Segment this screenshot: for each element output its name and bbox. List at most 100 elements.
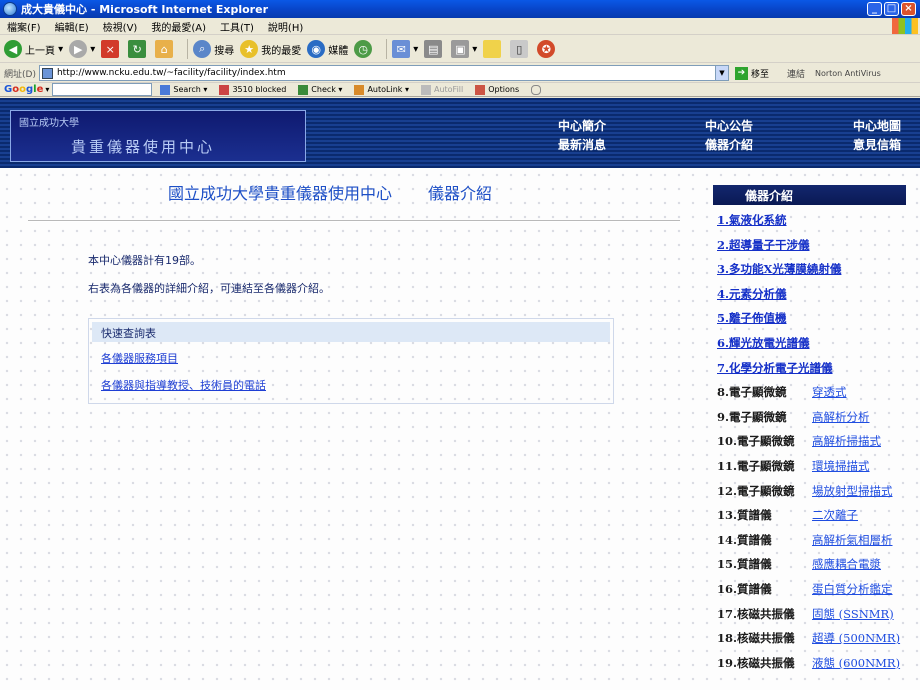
norton-antivirus-button[interactable]: Norton AntiVirus xyxy=(815,69,881,78)
instrument-category: 13.質譜儀 xyxy=(717,508,772,523)
google-logo[interactable]: Google xyxy=(4,84,43,95)
autolink-button[interactable]: AutoLink ▾ xyxy=(354,84,409,95)
nav-center-map[interactable]: 中心地圖 xyxy=(853,117,901,134)
note-icon xyxy=(483,40,502,58)
mail-icon: ✉ xyxy=(392,40,411,58)
instrument-link[interactable]: 2.超導量子干涉儀 xyxy=(717,237,810,253)
print-button[interactable]: ▤ xyxy=(424,40,445,58)
paperclip-icon xyxy=(531,84,542,95)
instrument-sub-link[interactable]: 蛋白質分析鑑定 xyxy=(812,581,893,597)
links-button[interactable]: 連結 xyxy=(787,67,805,80)
instrument-sub-link[interactable]: 高解析分析 xyxy=(812,409,870,425)
favorites-button[interactable]: ★ 我的最愛 xyxy=(240,40,301,58)
instrument-name[interactable]: 離子佈值機 xyxy=(729,311,787,325)
close-button[interactable]: × xyxy=(901,2,916,16)
instrument-row: 9.電子顯微鏡 高解析分析 xyxy=(717,409,870,425)
instrument-sub-link[interactable]: 液態 (600NMR) xyxy=(812,655,900,671)
edit-button[interactable]: ▣ ▾ xyxy=(451,40,477,58)
autofill-button[interactable]: AutoFill xyxy=(420,84,464,95)
menu-view[interactable]: 檢視(V) xyxy=(96,19,145,34)
quick-lookup-header: 快速查詢表 xyxy=(92,322,610,342)
instrument-number: 2. xyxy=(717,237,730,252)
instrument-link[interactable]: 4.元素分析儀 xyxy=(717,286,787,302)
address-bar: 網址(D) http://www.ncku.edu.tw/~facility/f… xyxy=(0,64,920,83)
instrument-link[interactable]: 7.化學分析電子光譜儀 xyxy=(717,360,833,376)
instrument-name[interactable]: 3.多功能X光薄膜繞射儀 xyxy=(717,262,841,276)
options-icon xyxy=(475,84,486,95)
instrument-category: 16.質譜儀 xyxy=(717,582,772,596)
menu-help[interactable]: 說明(H) xyxy=(261,19,310,34)
check-label: Check xyxy=(311,85,336,94)
autofill-icon xyxy=(420,84,431,95)
instrument-sub-link[interactable]: 超導 (500NMR) xyxy=(812,630,900,646)
minimize-button[interactable]: _ xyxy=(867,2,882,16)
media-button[interactable]: ◉ 媒體 xyxy=(307,40,348,58)
home-button[interactable]: ⌂ xyxy=(155,40,176,58)
google-search-input[interactable] xyxy=(52,83,153,96)
menu-edit[interactable]: 編輯(E) xyxy=(48,19,96,34)
address-input[interactable]: http://www.ncku.edu.tw/~facility/facilit… xyxy=(38,65,729,81)
spell-check-button[interactable]: Check ▾ xyxy=(298,84,342,95)
instrument-sub-link[interactable]: 高解析掃描式 xyxy=(812,433,881,449)
search-button[interactable]: ⌕ 搜尋 xyxy=(193,40,234,58)
menu-tools[interactable]: 工具(T) xyxy=(213,19,261,34)
instrument-name[interactable]: 超導量子干涉儀 xyxy=(729,238,810,252)
instrument-sub-link[interactable]: 固態 (SSNMR) xyxy=(812,606,894,622)
nav-latest-news[interactable]: 最新消息 xyxy=(558,136,606,153)
mail-button[interactable]: ✉ ▾ xyxy=(392,40,418,58)
history-button[interactable]: ◷ xyxy=(354,40,375,58)
instrument-sub-link[interactable]: 二次離子 xyxy=(812,507,858,523)
back-button[interactable]: ◀ 上一頁 ▾ xyxy=(4,40,63,58)
instrument-name[interactable]: 輝光放電光譜儀 xyxy=(729,336,810,350)
window-title: 成大貴儀中心 - Microsoft Internet Explorer xyxy=(21,3,268,16)
google-search-button[interactable]: Search ▾ xyxy=(160,84,207,95)
nav-instruments[interactable]: 儀器介紹 xyxy=(705,136,753,153)
nav-announcements[interactable]: 中心公告 xyxy=(705,117,753,134)
address-dropdown-button[interactable]: ▼ xyxy=(714,66,728,80)
windows-logo-icon xyxy=(892,18,918,34)
instrument-sub-link[interactable]: 穿透式 xyxy=(812,384,847,400)
paperclip-button[interactable] xyxy=(531,84,544,95)
stop-button[interactable]: × xyxy=(101,40,122,58)
nav-feedback[interactable]: 意見信箱 xyxy=(853,136,901,153)
messenger-button[interactable]: ▯ xyxy=(510,40,531,58)
instrument-sub-link[interactable]: 環境掃描式 xyxy=(812,458,870,474)
address-url[interactable]: http://www.ncku.edu.tw/~facility/facilit… xyxy=(57,68,715,78)
history-icon: ◷ xyxy=(354,40,373,58)
instrument-name[interactable]: 化學分析電子光譜儀 xyxy=(729,361,833,375)
service-items-link[interactable]: 各儀器服務項目 xyxy=(89,350,613,366)
description-text: 右表為各儀器的詳細介紹，可連結至各儀器介紹。 xyxy=(88,282,330,295)
instrument-row: 17.核磁共振儀 固態 (SSNMR) xyxy=(717,606,894,622)
home-icon: ⌂ xyxy=(155,40,174,58)
instrument-sub-link[interactable]: 感應耦合電漿 xyxy=(812,556,881,572)
autofill-label: AutoFill xyxy=(433,85,464,94)
instrument-link[interactable]: 1.氣液化系統 xyxy=(717,212,787,228)
toolbar-separator xyxy=(187,39,189,59)
instrument-category: 14.質譜儀 xyxy=(717,532,772,547)
menu-file[interactable]: 檔案(F) xyxy=(0,19,48,34)
page-viewport: 國立成功大學 貴重儀器使用中心 中心簡介 中心公告 中心地圖 最新消息 儀器介紹… xyxy=(0,98,920,690)
popup-blocked-button[interactable]: 3510 blocked xyxy=(219,84,286,95)
instrument-link[interactable]: 6.輝光放電光譜儀 xyxy=(717,335,810,351)
instrument-name[interactable]: 氣液化系統 xyxy=(729,213,787,227)
instrument-row: 19.核磁共振儀 液態 (600NMR) xyxy=(717,655,900,671)
go-button[interactable]: ➔ 移至 xyxy=(734,66,769,80)
instrument-sub-link[interactable]: 高解析氣相層析 xyxy=(812,532,893,548)
instrument-row: 10.電子顯微鏡 高解析掃描式 xyxy=(717,433,881,449)
menu-favorites[interactable]: 我的最愛(A) xyxy=(144,19,213,34)
instrument-sub-link[interactable]: 場放射型掃描式 xyxy=(812,483,893,499)
discuss-button[interactable] xyxy=(483,40,504,58)
refresh-button[interactable]: ↻ xyxy=(128,40,149,58)
nav-center-intro[interactable]: 中心簡介 xyxy=(558,117,606,134)
instrument-name[interactable]: 元素分析儀 xyxy=(729,287,787,301)
contact-phones-link[interactable]: 各儀器與指導教授、技術員的電話 xyxy=(89,377,613,393)
instrument-link[interactable]: 5.離子佈值機 xyxy=(717,310,787,326)
instrument-number: 7. xyxy=(717,360,730,375)
site-logo[interactable]: 國立成功大學 貴重儀器使用中心 xyxy=(10,110,306,162)
instrument-category: 12.電子顯微鏡 xyxy=(717,483,795,498)
forward-button[interactable]: ▶ ▾ xyxy=(69,40,95,58)
options-button[interactable]: Options xyxy=(475,84,519,95)
instrument-link[interactable]: 3.多功能X光薄膜繞射儀 xyxy=(717,261,841,277)
maximize-button[interactable]: □ xyxy=(884,2,899,16)
research-button[interactable]: ✪ xyxy=(537,40,558,58)
